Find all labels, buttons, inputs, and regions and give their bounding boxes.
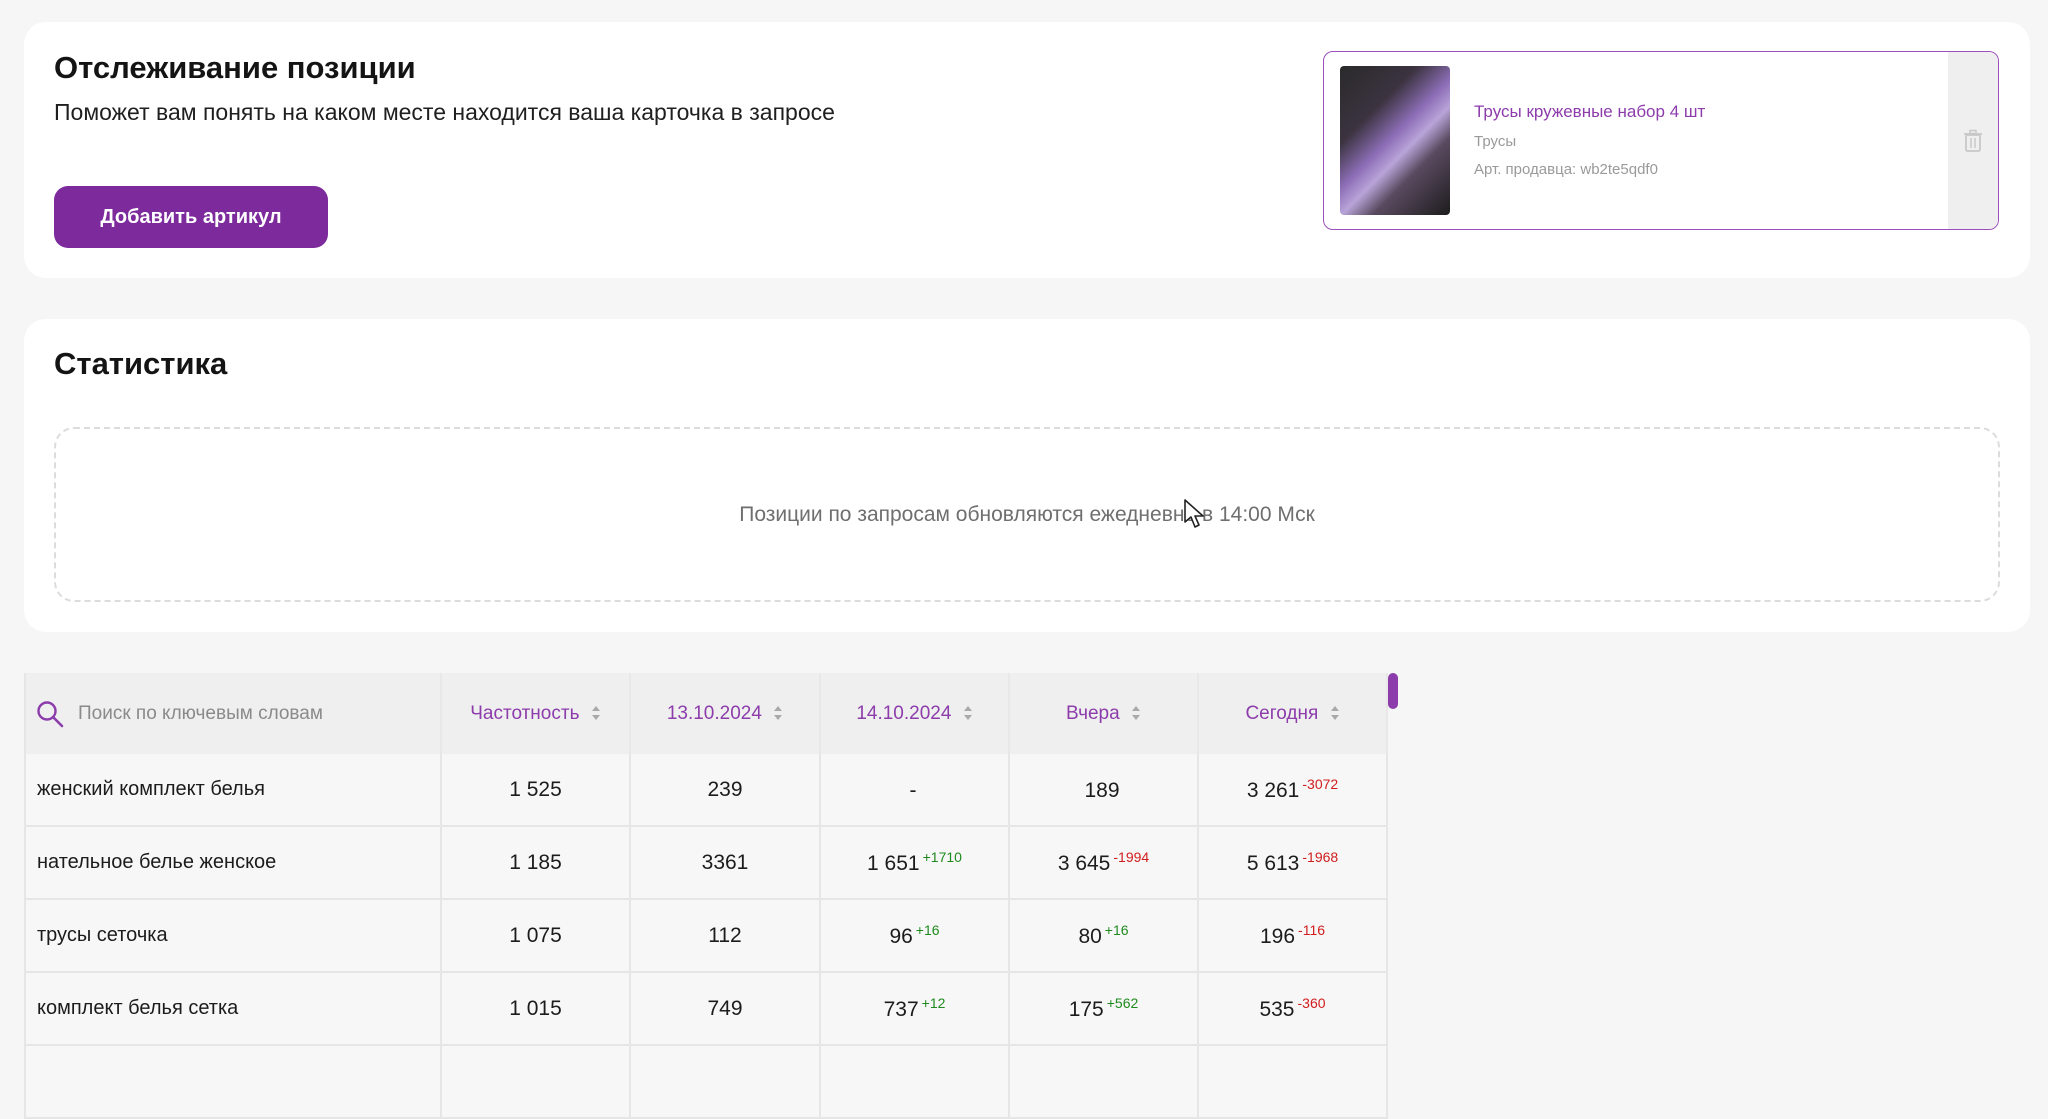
frequency-cell bbox=[441, 1045, 631, 1119]
header-date-1-label: 13.10.2024 bbox=[666, 702, 762, 724]
position-value: 535 bbox=[1259, 998, 1295, 1021]
keyword-search-input[interactable] bbox=[76, 701, 380, 726]
keyword-table: Частотность 13.10.2024 14.10.2024 Вчера … bbox=[24, 673, 1388, 1119]
date-2-cell: 96 +16 bbox=[820, 899, 1010, 973]
keyword-cell: нательное белье женское bbox=[24, 826, 442, 900]
frequency-cell: 1 525 bbox=[441, 754, 631, 827]
frequency-cell: 1 185 bbox=[441, 826, 631, 900]
yesterday-cell: 175 +562 bbox=[1009, 972, 1199, 1046]
date-1-cell: 749 bbox=[630, 972, 821, 1046]
position-value: - bbox=[909, 779, 917, 802]
position-delta: -3072 bbox=[1302, 776, 1339, 792]
date-2-cell: 737 +12 bbox=[820, 972, 1010, 1046]
position-value: 196 bbox=[1259, 925, 1296, 948]
trash-icon bbox=[1964, 129, 1982, 152]
yesterday-cell: 80 +16 bbox=[1009, 899, 1199, 973]
date-1-cell bbox=[630, 1045, 821, 1119]
table-header-row: Частотность 13.10.2024 14.10.2024 Вчера … bbox=[24, 673, 1388, 754]
sort-icon bbox=[1330, 706, 1339, 721]
keyword-cell: женский комплект белья bbox=[24, 754, 442, 827]
date-1-cell: 239 bbox=[630, 754, 821, 827]
yesterday-cell bbox=[1009, 1045, 1199, 1119]
position-delta: -360 bbox=[1297, 995, 1326, 1011]
search-icon bbox=[37, 700, 64, 727]
yesterday-cell: 3 645 -1994 bbox=[1009, 826, 1199, 900]
position-delta: -116 bbox=[1298, 922, 1326, 938]
date-2-cell: 1 651 +1710 bbox=[820, 826, 1010, 900]
header-frequency[interactable]: Частотность bbox=[441, 673, 631, 754]
position-value: 5 613 bbox=[1246, 852, 1300, 875]
date-2-cell: - bbox=[820, 754, 1010, 827]
header-today-label: Сегодня bbox=[1245, 702, 1319, 724]
today-cell: 5 613 -1968 bbox=[1198, 826, 1388, 900]
table-row: нательное белье женское 1 185 3361 1 651… bbox=[24, 826, 1388, 900]
date-2-cell bbox=[820, 1045, 1010, 1119]
frequency-cell: 1 075 bbox=[441, 899, 631, 973]
position-delta: +16 bbox=[1104, 922, 1129, 938]
position-value: 737 bbox=[883, 998, 919, 1021]
tracking-subtitle: Поможет вам понять на каком месте находи… bbox=[54, 99, 835, 125]
today-cell bbox=[1198, 1045, 1388, 1119]
position-delta: -1994 bbox=[1113, 849, 1150, 865]
position-value: 175 bbox=[1068, 998, 1104, 1021]
header-yesterday-label: Вчера bbox=[1066, 702, 1120, 724]
position-value: 1 651 bbox=[867, 852, 920, 875]
position-value: 96 bbox=[889, 925, 913, 948]
sort-icon bbox=[774, 706, 783, 721]
today-cell: 196 -116 bbox=[1198, 899, 1388, 973]
product-title[interactable]: Трусы кружевные набор 4 шт bbox=[1474, 102, 1705, 122]
table-row: комплект белья сетка 1 015 749 737 +12 17… bbox=[24, 972, 1388, 1046]
tracking-title: Отслеживание позиции bbox=[54, 50, 416, 85]
table-scrollbar-thumb[interactable] bbox=[1388, 673, 1398, 709]
update-notice: Позиции по запросам обновляются ежедневн… bbox=[54, 427, 2000, 602]
header-today[interactable]: Сегодня bbox=[1198, 673, 1388, 754]
header-yesterday[interactable]: Вчера bbox=[1009, 673, 1199, 754]
table-row: женский комплект белья 1 525 239 - 189 3… bbox=[24, 754, 1388, 827]
table-row bbox=[24, 1045, 1388, 1119]
position-delta: +12 bbox=[921, 995, 946, 1011]
product-image bbox=[1340, 66, 1450, 215]
position-value: 80 bbox=[1078, 925, 1102, 948]
sort-icon bbox=[963, 706, 972, 721]
header-date-2[interactable]: 14.10.2024 bbox=[820, 673, 1010, 754]
position-delta: +16 bbox=[915, 922, 940, 938]
position-delta: +1710 bbox=[922, 849, 962, 865]
position-value: 189 bbox=[1084, 779, 1120, 802]
date-1-cell: 112 bbox=[630, 899, 821, 973]
product-card[interactable]: Трусы кружевные набор 4 шт Трусы Арт. пр… bbox=[1323, 51, 1999, 230]
frequency-cell: 1 015 bbox=[441, 972, 631, 1046]
mouse-cursor-icon bbox=[1184, 499, 1204, 528]
sort-icon bbox=[1131, 706, 1140, 721]
yesterday-cell: 189 bbox=[1009, 754, 1199, 827]
date-1-cell: 3361 bbox=[630, 826, 821, 900]
position-delta: +562 bbox=[1106, 995, 1139, 1011]
position-value: 3 261 bbox=[1246, 779, 1300, 802]
keyword-cell bbox=[24, 1045, 442, 1119]
header-frequency-label: Частотность bbox=[470, 702, 580, 724]
keyword-cell: трусы сеточка bbox=[24, 899, 442, 973]
table-row: трусы сеточка 1 075 112 96 +16 80 +16 196-… bbox=[24, 899, 1388, 973]
today-cell: 3 261 -3072 bbox=[1198, 754, 1388, 827]
delete-product-button[interactable] bbox=[1948, 52, 1998, 229]
header-date-2-label: 14.10.2024 bbox=[856, 702, 952, 724]
update-notice-text: Позиции по запросам обновляются ежедневн… bbox=[739, 502, 1315, 526]
stats-card: Статистика Позиции по запросам обновляют… bbox=[24, 319, 2030, 632]
tracking-card: Отслеживание позиции Поможет вам понять … bbox=[24, 22, 2030, 278]
product-category: Трусы bbox=[1474, 133, 1517, 150]
add-article-button[interactable]: Добавить артикул bbox=[54, 186, 328, 248]
header-date-1[interactable]: 13.10.2024 bbox=[630, 673, 821, 754]
product-sku: Арт. продавца: wb2te5qdf0 bbox=[1474, 161, 1658, 178]
today-cell: 535 -360 bbox=[1198, 972, 1388, 1046]
keyword-cell: комплект белья сетка bbox=[24, 972, 442, 1046]
sort-icon bbox=[591, 706, 600, 721]
position-delta: -1968 bbox=[1302, 849, 1339, 865]
stats-title: Статистика bbox=[54, 346, 228, 381]
search-header bbox=[24, 673, 442, 754]
position-value: 3 645 bbox=[1057, 852, 1111, 875]
